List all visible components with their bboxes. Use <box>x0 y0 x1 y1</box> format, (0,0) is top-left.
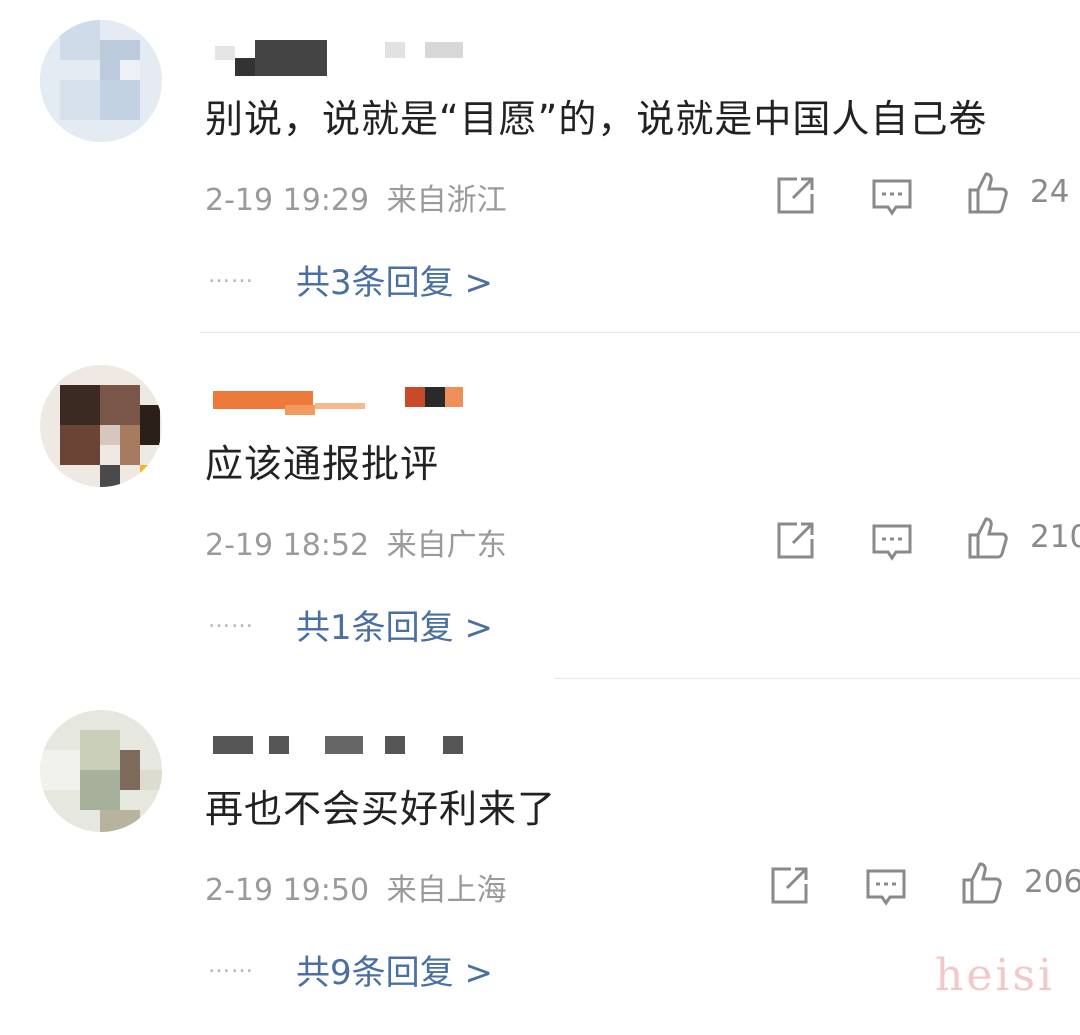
like-count: 210 <box>1030 519 1080 555</box>
comment-icon[interactable] <box>864 866 908 910</box>
comment-item: 应该通报批评 2-19 18:52 来自广东 210 …… 共1条回复 > <box>0 345 1080 690</box>
comment-meta: 2-19 19:50 来自上海 <box>205 865 507 909</box>
avatar[interactable] <box>40 20 162 142</box>
comment-item: 再也不会买好利来了 2-19 19:50 来自上海 206 …… 共9条回复 > <box>0 690 1080 1035</box>
comment-text: 再也不会买好利来了 <box>205 787 557 831</box>
view-replies-link[interactable]: 共1条回复 > <box>296 600 493 649</box>
watermark: heisi <box>935 950 1056 1001</box>
comment-icon[interactable] <box>870 521 914 565</box>
share-icon[interactable] <box>767 864 811 908</box>
avatar[interactable] <box>40 710 162 832</box>
comment-location: 来自上海 <box>386 873 507 908</box>
comment-text: 别说，说就是“目愿”的，说就是中国人自己卷 <box>205 97 988 141</box>
reply-dots: …… <box>208 263 254 288</box>
username[interactable] <box>205 38 465 78</box>
reply-dots: …… <box>208 953 254 978</box>
share-icon[interactable] <box>773 174 817 218</box>
comment-text: 应该通报批评 <box>205 442 440 486</box>
comment-time: 2-19 18:52 <box>205 528 370 563</box>
like-icon[interactable] <box>966 515 1010 559</box>
comment-location: 来自浙江 <box>386 183 507 218</box>
divider <box>200 332 1080 333</box>
comment-time: 2-19 19:29 <box>205 183 370 218</box>
share-icon[interactable] <box>773 519 817 563</box>
like-icon[interactable] <box>960 860 1004 904</box>
like-count: 24 <box>1030 174 1070 210</box>
reply-dots: …… <box>208 608 254 633</box>
view-replies-link[interactable]: 共3条回复 > <box>296 255 493 304</box>
comment-meta: 2-19 19:29 来自浙江 <box>205 175 507 219</box>
username[interactable] <box>205 383 465 423</box>
comment-location: 来自广东 <box>386 528 507 563</box>
comment-time: 2-19 19:50 <box>205 873 370 908</box>
avatar[interactable] <box>40 365 162 487</box>
comment-meta: 2-19 18:52 来自广东 <box>205 520 507 564</box>
comment-icon[interactable] <box>870 176 914 220</box>
like-icon[interactable] <box>966 170 1010 214</box>
divider <box>555 678 1080 679</box>
view-replies-link[interactable]: 共9条回复 > <box>296 945 493 994</box>
like-count: 206 <box>1024 864 1080 900</box>
username[interactable] <box>205 728 465 768</box>
comment-item: 别说，说就是“目愿”的，说就是中国人自己卷 2-19 19:29 来自浙江 24… <box>0 0 1080 345</box>
